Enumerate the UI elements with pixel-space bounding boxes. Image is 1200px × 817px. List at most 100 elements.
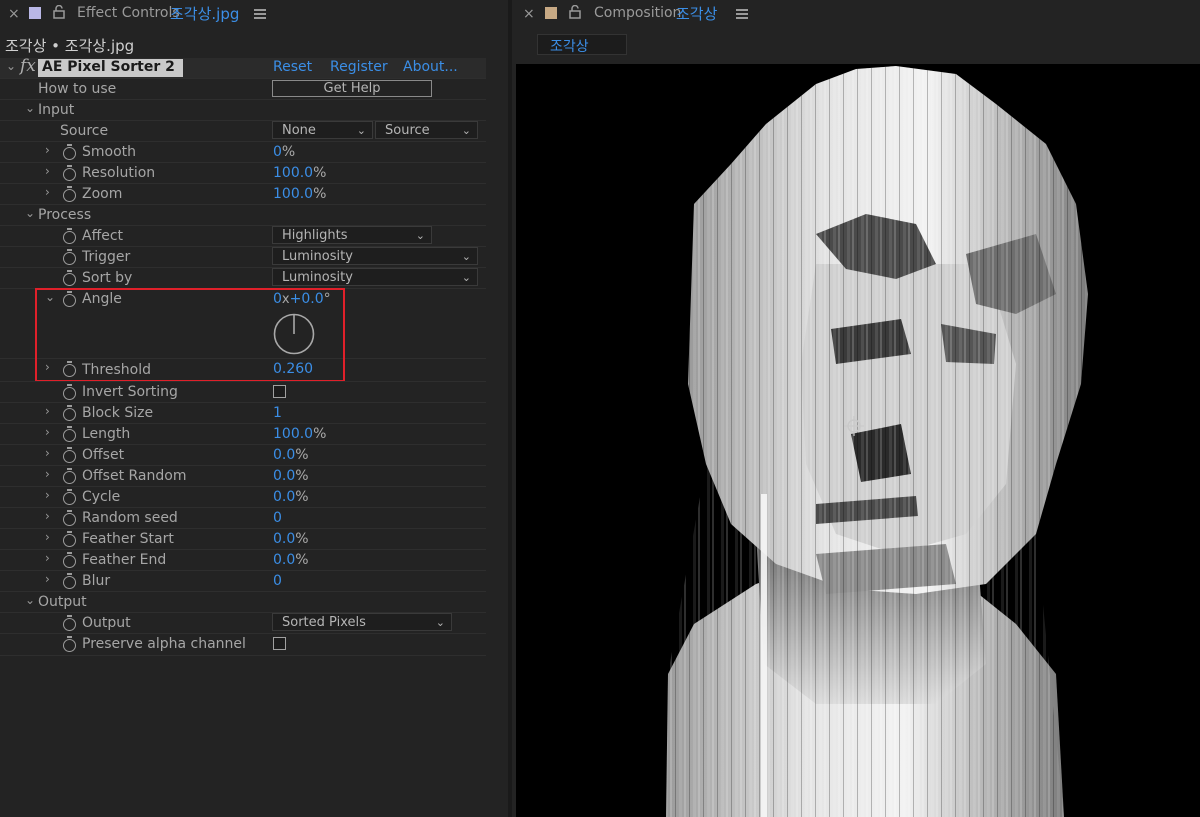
about-link[interactable]: About...: [403, 59, 458, 75]
chevron-right-icon[interactable]: ›: [45, 530, 50, 544]
chevron-right-icon[interactable]: ›: [45, 143, 50, 157]
label-color-swatch: [29, 7, 41, 19]
blur-value[interactable]: 0: [273, 573, 282, 589]
output-group-label: Output: [38, 594, 87, 610]
preserve-alpha-checkbox[interactable]: [273, 637, 286, 650]
chevron-down-icon[interactable]: ⌄: [25, 206, 35, 220]
stopwatch-icon[interactable]: [63, 228, 76, 244]
chevron-right-icon[interactable]: ›: [45, 467, 50, 481]
feather-start-value[interactable]: 0.0%: [273, 531, 309, 547]
chevron-right-icon[interactable]: ›: [45, 572, 50, 586]
effect-controls-tab-title[interactable]: Effect Controls: [77, 5, 180, 21]
offset-value[interactable]: 0.0%: [273, 447, 309, 463]
stopwatch-icon[interactable]: [63, 615, 76, 631]
comp-flow-tab[interactable]: 조각상: [537, 34, 627, 55]
affect-label: Affect: [82, 228, 124, 244]
feather-start-label: Feather Start: [82, 531, 174, 547]
row-length: › Length 100.0%: [0, 423, 486, 445]
stopwatch-icon[interactable]: [63, 270, 76, 286]
row-source: Source None ⌄ Source ⌄: [0, 120, 486, 142]
lock-icon[interactable]: [53, 5, 65, 19]
chevron-right-icon[interactable]: ›: [45, 446, 50, 460]
feather-end-value[interactable]: 0.0%: [273, 552, 309, 568]
get-help-button[interactable]: Get Help: [272, 80, 432, 97]
composition-tab-name[interactable]: 조각상: [676, 3, 717, 24]
row-how-to-use: How to use Get Help: [0, 78, 486, 100]
stopwatch-icon[interactable]: [63, 468, 76, 484]
row-sort-by: Sort by Luminosity ⌄: [0, 267, 486, 289]
resolution-value[interactable]: 100.0%: [273, 165, 326, 181]
block-size-value[interactable]: 1: [273, 405, 282, 421]
output-dropdown[interactable]: Sorted Pixels ⌄: [272, 613, 452, 631]
zoom-label: Zoom: [82, 186, 123, 202]
stopwatch-icon[interactable]: [63, 249, 76, 265]
close-tab-icon[interactable]: ×: [8, 6, 20, 22]
chevron-right-icon[interactable]: ›: [45, 509, 50, 523]
panel-menu-icon[interactable]: [736, 9, 748, 19]
length-value[interactable]: 100.0%: [273, 426, 326, 442]
offset-random-value[interactable]: 0.0%: [273, 468, 309, 484]
random-seed-label: Random seed: [82, 510, 178, 526]
panel-menu-icon[interactable]: [254, 9, 266, 19]
group-input[interactable]: ⌄ Input: [0, 99, 486, 121]
stopwatch-icon[interactable]: [63, 489, 76, 505]
stopwatch-icon[interactable]: [63, 165, 76, 181]
chevron-right-icon[interactable]: ›: [45, 164, 50, 178]
composition-viewer[interactable]: [516, 64, 1200, 817]
effect-name[interactable]: AE Pixel Sorter 2: [42, 59, 175, 75]
source-layer-dropdown[interactable]: None ⌄: [272, 121, 373, 139]
offset-random-label: Offset Random: [82, 468, 187, 484]
trigger-dropdown[interactable]: Luminosity ⌄: [272, 247, 478, 265]
row-cycle: › Cycle 0.0%: [0, 486, 486, 508]
stopwatch-icon[interactable]: [63, 573, 76, 589]
row-trigger: Trigger Luminosity ⌄: [0, 246, 486, 268]
random-seed-value[interactable]: 0: [273, 510, 282, 526]
stopwatch-icon[interactable]: [63, 405, 76, 421]
chevron-right-icon[interactable]: ›: [45, 185, 50, 199]
stopwatch-icon[interactable]: [63, 510, 76, 526]
row-feather-end: › Feather End 0.0%: [0, 549, 486, 571]
affect-dropdown[interactable]: Highlights ⌄: [272, 226, 432, 244]
how-to-use-label: How to use: [38, 81, 117, 97]
composition-tab-title[interactable]: Composition: [594, 5, 681, 21]
cycle-label: Cycle: [82, 489, 121, 505]
row-blur: › Blur 0: [0, 570, 486, 592]
row-offset: › Offset 0.0%: [0, 444, 486, 466]
chevron-down-icon[interactable]: ⌄: [25, 101, 35, 115]
preserve-alpha-label: Preserve alpha channel: [82, 636, 246, 652]
stopwatch-icon[interactable]: [63, 426, 76, 442]
stopwatch-icon[interactable]: [63, 144, 76, 160]
reset-link[interactable]: Reset: [273, 59, 312, 75]
effect-controls-tab-file[interactable]: 조각상.jpg: [170, 3, 239, 24]
chevron-down-icon[interactable]: ⌄: [25, 593, 35, 607]
lock-icon[interactable]: [569, 5, 581, 19]
register-link[interactable]: Register: [330, 59, 388, 75]
row-block-size: › Block Size 1: [0, 402, 486, 424]
row-affect: Affect Highlights ⌄: [0, 225, 486, 247]
cycle-value[interactable]: 0.0%: [273, 489, 309, 505]
stopwatch-icon[interactable]: [63, 384, 76, 400]
fx-toggle-icon[interactable]: fx: [20, 56, 36, 76]
chevron-right-icon[interactable]: ›: [45, 425, 50, 439]
input-group-label: Input: [38, 102, 75, 118]
invert-sorting-checkbox[interactable]: [273, 385, 286, 398]
source-mode-dropdown[interactable]: Source ⌄: [375, 121, 478, 139]
chevron-right-icon[interactable]: ›: [45, 404, 50, 418]
stopwatch-icon[interactable]: [63, 531, 76, 547]
collapse-effect-icon[interactable]: ⌄: [6, 59, 16, 73]
sort-by-dropdown[interactable]: Luminosity ⌄: [272, 268, 478, 286]
smooth-value[interactable]: 0%: [273, 144, 295, 160]
stopwatch-icon[interactable]: [63, 447, 76, 463]
pixel-sorted-statue-image: [666, 66, 1088, 817]
sort-by-label: Sort by: [82, 270, 133, 286]
close-tab-icon[interactable]: ×: [523, 6, 535, 22]
stopwatch-icon[interactable]: [63, 636, 76, 652]
stopwatch-icon[interactable]: [63, 186, 76, 202]
group-output[interactable]: ⌄ Output: [0, 591, 486, 613]
chevron-right-icon[interactable]: ›: [45, 488, 50, 502]
label-color-swatch: [545, 7, 557, 19]
zoom-value[interactable]: 100.0%: [273, 186, 326, 202]
group-process[interactable]: ⌄ Process: [0, 204, 486, 226]
chevron-right-icon[interactable]: ›: [45, 551, 50, 565]
stopwatch-icon[interactable]: [63, 552, 76, 568]
